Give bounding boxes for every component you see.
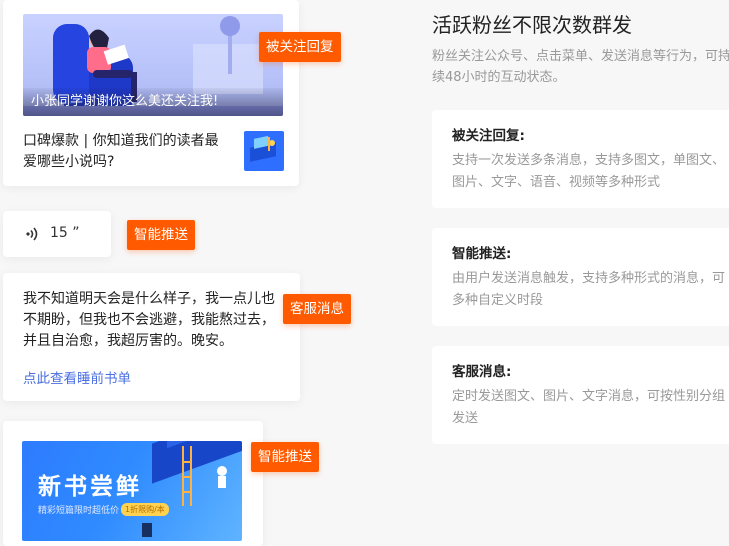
article-reply-card: 小张同学谢谢你这么美还关注我! 口碑爆款 | 你知道我们的读者最爱哪些小说吗? [3,0,299,186]
feature-description: 支持一次发送多条消息，支持多图文，单图文、图片、文字、语音、视频等多种形式 [452,153,726,190]
feature-smart-push: 智能推送: 由用户发送消息触发，支持多种形式的消息，可多种自定义时段 [432,228,729,326]
feature-follow-reply: 被关注回复: 支持一次发送多条消息，支持多图文，单图文、图片、文字、语音、视频等… [432,110,729,208]
article-thumbnail[interactable] [244,131,284,171]
article-title[interactable]: 口碑爆款 | 你知道我们的读者最爱哪些小说吗? [23,131,228,173]
feature-title: 被关注回复: [452,128,525,144]
feature-description: 定时发送图文、图片、文字消息，可按性别分组发送 [452,389,726,426]
section-title: 活跃粉丝不限次数群发 [432,13,632,37]
feature-title: 客服消息: [452,364,512,380]
new-book-banner[interactable]: 新书尝鲜 精彩短篇限时超低价 1折限购/本 [22,441,242,541]
voice-message-card[interactable]: 15 ” [3,211,111,257]
tag-smart-push: 智能推送 [127,220,195,250]
voice-icon [26,227,38,241]
text-message-card: 我不知道明天会是什么样子，我一点儿也不期盼，但我也不会逃避，我能熬过去，并且自治… [3,273,300,401]
article-cover-caption: 小张同学谢谢你这么美还关注我! [23,88,283,116]
book-banner-subtitle: 精彩短篇限时超低价 [38,506,120,516]
feature-description: 由用户发送消息触发，支持多种形式的消息，可多种自定义时段 [452,271,726,308]
article-cover-image[interactable]: 小张同学谢谢你这么美还关注我! [23,14,283,116]
tag-customer-service: 客服消息 [283,294,351,324]
tag-smart-push-2: 智能推送 [251,442,319,472]
new-book-card: 新书尝鲜 精彩短篇限时超低价 1折限购/本 [3,421,263,546]
tag-follow-reply: 被关注回复 [259,32,341,62]
bedtime-booklist-link[interactable]: 点此查看睡前书单 [23,367,131,387]
voice-duration: 15 ” [50,225,80,241]
message-text: 我不知道明天会是什么样子，我一点儿也不期盼，但我也不会逃避，我能熬过去，并且自治… [23,291,275,349]
book-thumbnail-image [244,131,284,171]
feature-title: 智能推送: [452,246,512,262]
feature-customer-service: 客服消息: 定时发送图文、图片、文字消息，可按性别分组发送 [432,346,729,444]
section-description: 粉丝关注公众号、点击菜单、发送消息等行为，可持续48小时的互动状态。 [432,49,729,85]
book-banner-title: 新书尝鲜 [38,474,142,500]
book-price-badge: 1折限购/本 [121,503,169,516]
